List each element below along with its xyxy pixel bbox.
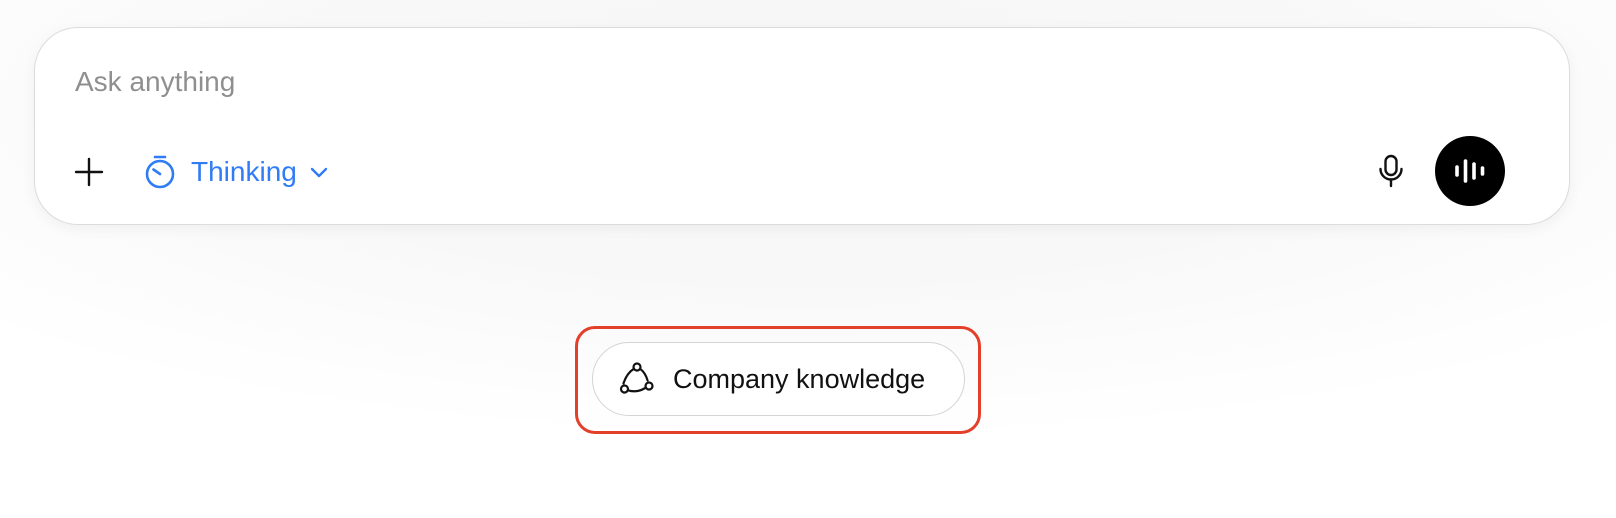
stopwatch-icon bbox=[143, 154, 177, 190]
connected-nodes-icon bbox=[619, 362, 655, 396]
prompt-input[interactable] bbox=[75, 60, 975, 104]
chevron-down-icon bbox=[309, 165, 329, 179]
model-mode-selector[interactable]: Thinking bbox=[135, 146, 337, 198]
audio-waveform-icon bbox=[1453, 156, 1487, 186]
plus-icon bbox=[73, 156, 105, 188]
dictate-button[interactable] bbox=[1365, 146, 1417, 198]
company-knowledge-label: Company knowledge bbox=[673, 363, 926, 394]
chat-composer: Thinking bbox=[34, 27, 1570, 225]
microphone-icon bbox=[1377, 154, 1405, 190]
voice-mode-button[interactable] bbox=[1435, 136, 1505, 206]
mode-label: Thinking bbox=[191, 156, 297, 187]
add-attachment-button[interactable] bbox=[63, 146, 115, 198]
company-knowledge-button[interactable]: Company knowledge bbox=[592, 342, 965, 416]
